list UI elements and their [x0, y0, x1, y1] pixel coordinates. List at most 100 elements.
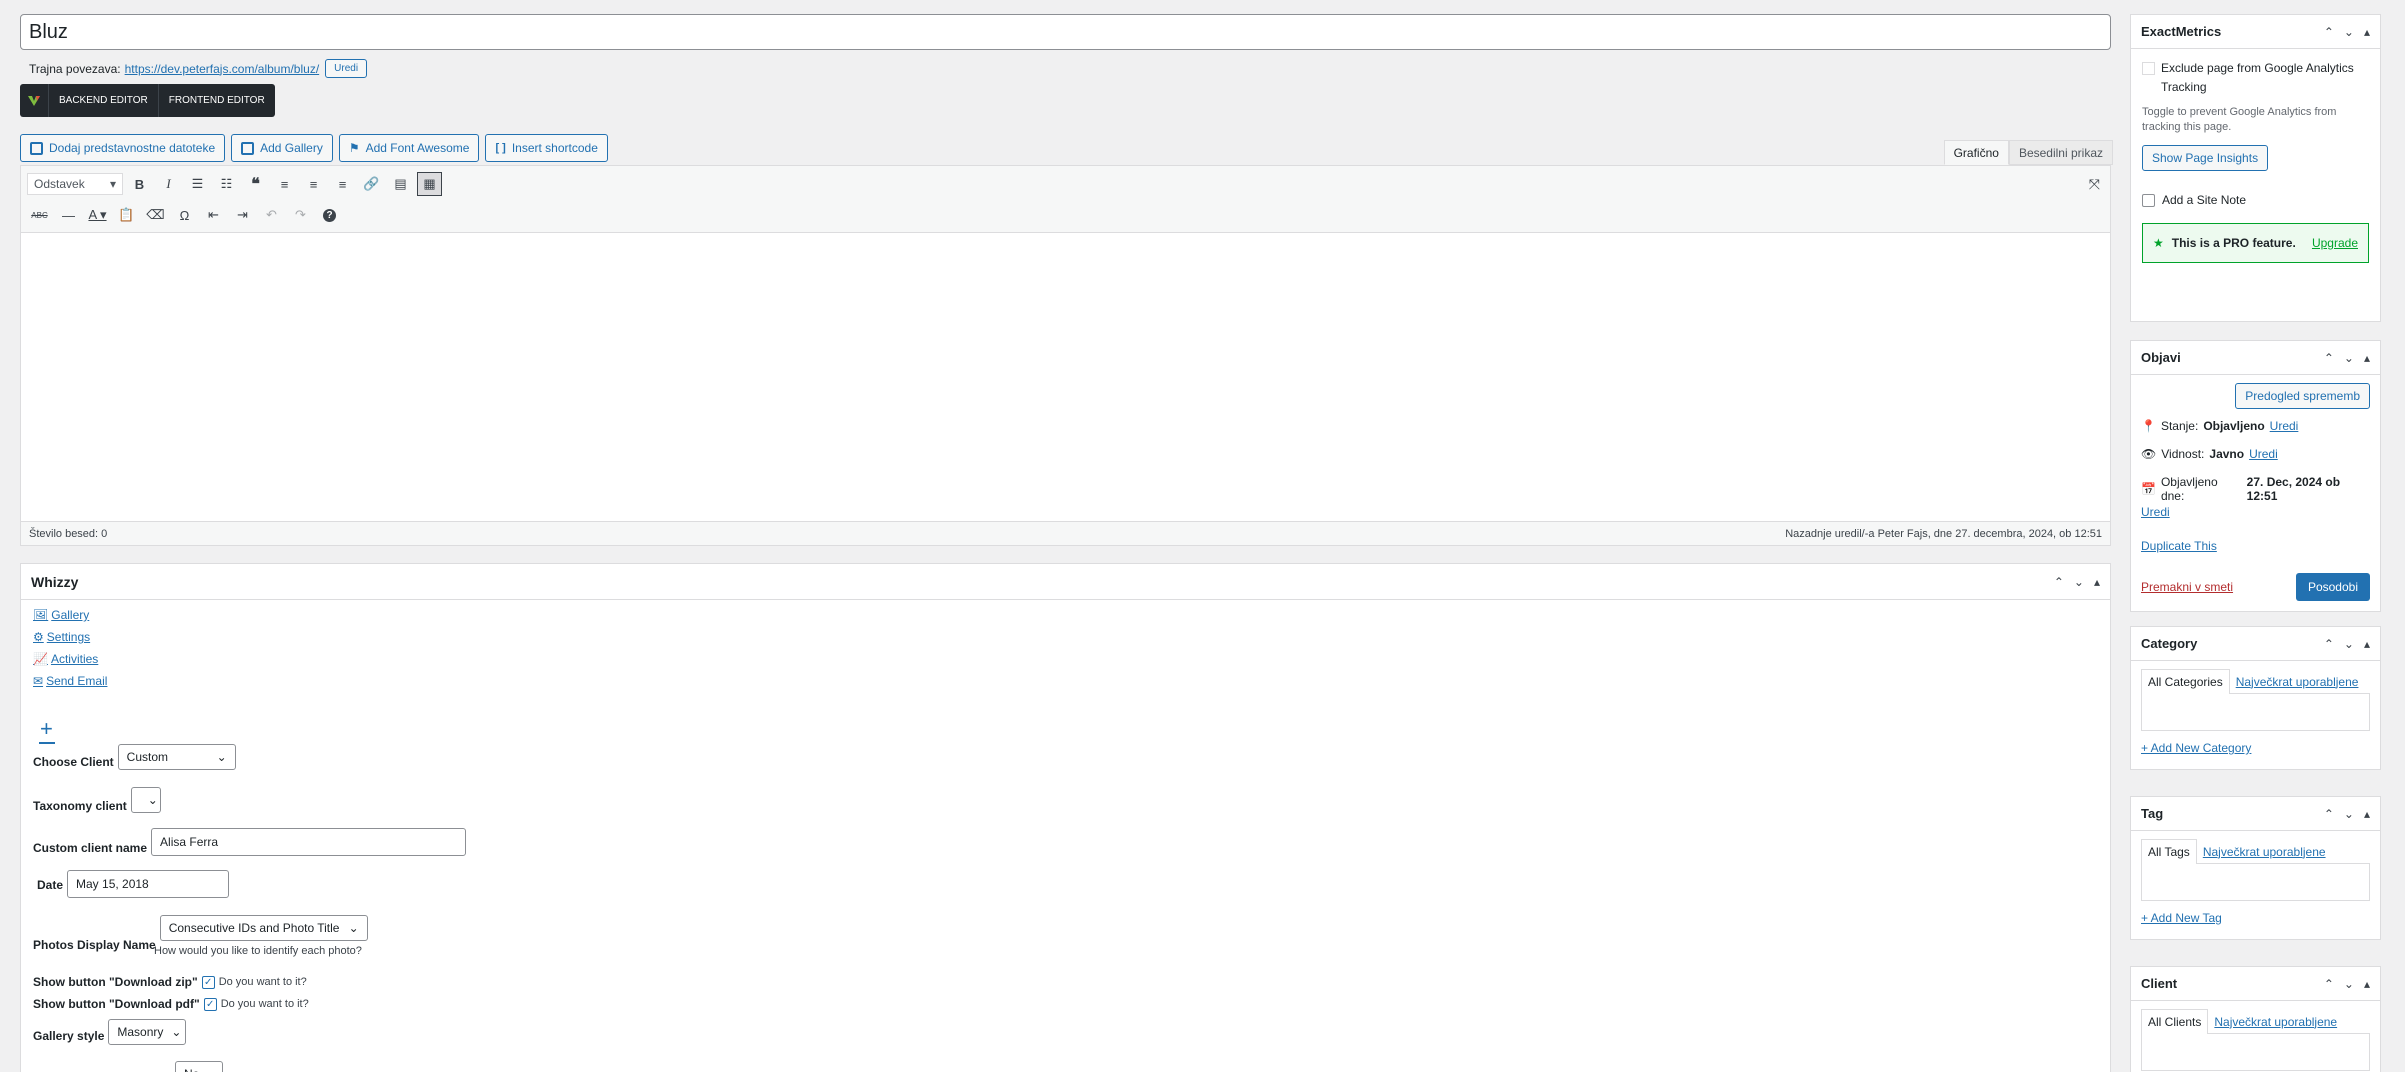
align-center-icon[interactable]: ≡: [301, 172, 326, 196]
chevron-down-icon: ⌄: [147, 793, 158, 807]
chevron-down-icon[interactable]: ⌄: [2344, 977, 2354, 991]
indent-icon[interactable]: ⇥: [230, 203, 255, 227]
show-page-insights-button[interactable]: Show Page Insights: [2142, 145, 2269, 171]
upgrade-link[interactable]: Upgrade: [2312, 236, 2358, 250]
gallery-style-select[interactable]: Masonry ⌄: [108, 1019, 187, 1045]
add-icon[interactable]: +: [40, 716, 53, 742]
site-note-checkbox[interactable]: [2142, 193, 2155, 207]
whizzy-link-activities[interactable]: 📈 Activities: [33, 652, 107, 666]
download-pdf-checkbox[interactable]: ✓: [203, 997, 217, 1011]
insert-shortcode-button[interactable]: [ ] Insert shortcode: [485, 134, 608, 162]
horizontal-line-icon[interactable]: —: [56, 203, 81, 227]
published-edit-link[interactable]: Uredi: [2141, 505, 2170, 519]
help-icon[interactable]: ?: [317, 203, 342, 227]
choose-client-select[interactable]: Custom ⌄: [117, 744, 236, 770]
triangle-up-icon[interactable]: ▴: [2364, 977, 2370, 991]
triangle-up-icon[interactable]: ▴: [2364, 637, 2370, 651]
shortcode-icon: [ ]: [495, 142, 506, 154]
add-new-category-link[interactable]: + Add New Category: [2141, 741, 2251, 755]
preview-changes-button[interactable]: Predogled sprememb: [2235, 383, 2370, 409]
date-input[interactable]: May 15, 2018: [67, 870, 230, 898]
photos-display-name-label: Photos Display Name: [33, 938, 156, 952]
update-button[interactable]: Posodobi: [2295, 573, 2370, 601]
custom-client-name-input[interactable]: Alisa Ferra: [151, 828, 467, 856]
frontend-editor-button[interactable]: FRONTEND EDITOR: [157, 84, 275, 117]
move-to-trash-link[interactable]: Premakni v smeti: [2141, 580, 2233, 594]
exclude-checkbox[interactable]: [2142, 62, 2155, 75]
bullet-list-icon[interactable]: ☰: [185, 172, 210, 196]
photos-display-name-select[interactable]: Consecutive IDs and Photo Title ⌄: [159, 915, 368, 941]
backend-editor-button[interactable]: BACKEND EDITOR: [48, 84, 158, 117]
permalink-url[interactable]: https://dev.peterfajs.com/album/bluz/: [125, 62, 320, 76]
taxonomy-client-select[interactable]: ⌄: [130, 787, 161, 813]
add-font-awesome-button[interactable]: ⚑ Add Font Awesome: [338, 134, 480, 162]
permalink-edit-button[interactable]: Uredi: [325, 59, 368, 78]
chevron-up-icon[interactable]: ⌃: [2324, 807, 2334, 821]
blockquote-icon[interactable]: ❝: [243, 172, 268, 196]
align-left-icon[interactable]: ≡: [272, 172, 297, 196]
tab-all-tags[interactable]: All Tags: [2141, 839, 2197, 864]
client-list[interactable]: [2141, 1033, 2370, 1071]
whizzy-link-settings[interactable]: ⚙ Settings: [33, 630, 107, 644]
duplicate-link[interactable]: Duplicate This: [2141, 539, 2217, 553]
numbered-list-icon[interactable]: ☷: [214, 172, 239, 196]
chevron-up-icon[interactable]: ⌃: [2324, 25, 2334, 39]
triangle-up-icon[interactable]: ▴: [2364, 351, 2370, 365]
link-icon[interactable]: 🔗: [359, 172, 384, 196]
tag-list[interactable]: [2141, 863, 2370, 901]
category-box: Category ⌃ ⌄ ▴ All Categories Največkrat u…: [2130, 626, 2381, 770]
paste-text-icon[interactable]: 📋: [114, 203, 139, 227]
chevron-down-icon[interactable]: ⌄: [2074, 575, 2084, 589]
italic-icon[interactable]: I: [156, 172, 181, 196]
read-more-icon[interactable]: ▤: [388, 172, 413, 196]
chevron-up-icon[interactable]: ⌃: [2324, 637, 2334, 651]
status-edit-link[interactable]: Uredi: [2270, 419, 2299, 433]
chevron-down-icon[interactable]: ⌄: [2344, 807, 2354, 821]
tab-text[interactable]: Besedilni prikaz: [2008, 140, 2113, 165]
last-edit: Nazadnje uredil/-a Peter Fajs, dne 27. d…: [1785, 527, 2102, 540]
whizzy-link-send-email[interactable]: ✉ Send Email: [33, 674, 107, 688]
chevron-up-icon[interactable]: ⌃: [2054, 575, 2064, 589]
editor-status-bar: Število besed: 0 Nazadnje uredil/-a Pete…: [21, 521, 2110, 545]
triangle-up-icon[interactable]: ▴: [2364, 807, 2370, 821]
whizzy-link-gallery[interactable]: 🖼 Gallery: [33, 608, 107, 622]
tab-popular-categories[interactable]: Največkrat uporabljene: [2230, 670, 2365, 694]
format-select[interactable]: Odstavek ▾: [27, 173, 123, 195]
text-color-icon[interactable]: A ▾: [85, 203, 110, 227]
add-media-button[interactable]: Dodaj predstavnostne datoteke: [20, 134, 226, 162]
partial-select[interactable]: No: [175, 1061, 223, 1072]
exactmetrics-box: ExactMetrics ⌃ ⌄ ▴ Exclude page from Googl…: [2130, 14, 2381, 322]
permalink-label: Trajna povezava:: [29, 61, 121, 76]
chevron-down-icon[interactable]: ⌄: [2344, 637, 2354, 651]
tab-all-clients[interactable]: All Clients: [2141, 1009, 2209, 1034]
toolbar-toggle-icon[interactable]: ▦: [417, 172, 442, 196]
title-input[interactable]: [20, 14, 2111, 50]
redo-icon[interactable]: ↷: [288, 203, 313, 227]
chevron-down-icon[interactable]: ⌄: [2344, 25, 2354, 39]
add-new-tag-link[interactable]: + Add New Tag: [2141, 911, 2222, 925]
clear-formatting-icon[interactable]: ⌫: [143, 203, 168, 227]
chevron-up-icon[interactable]: ⌃: [2324, 977, 2334, 991]
add-gallery-button[interactable]: Add Gallery: [231, 134, 333, 162]
editor-body[interactable]: [21, 233, 2110, 503]
undo-icon[interactable]: ↶: [259, 203, 284, 227]
vc-logo-icon: [20, 84, 48, 117]
align-right-icon[interactable]: ≡: [330, 172, 355, 196]
visibility-edit-link[interactable]: Uredi: [2249, 447, 2278, 461]
tab-popular-tags[interactable]: Največkrat uporabljene: [2197, 840, 2332, 864]
download-zip-checkbox[interactable]: ✓: [201, 975, 215, 989]
chevron-up-icon[interactable]: ⌃: [2324, 351, 2334, 365]
fullscreen-icon[interactable]: ⤧: [2089, 176, 2100, 193]
tab-all-categories[interactable]: All Categories: [2141, 669, 2230, 694]
whizzy-title: Whizzy: [31, 573, 79, 590]
chevron-down-icon[interactable]: ⌄: [2344, 351, 2354, 365]
outdent-icon[interactable]: ⇤: [201, 203, 226, 227]
bold-icon[interactable]: B: [127, 172, 152, 196]
strikethrough-icon[interactable]: ABC: [27, 203, 52, 227]
tab-visual[interactable]: Grafično: [1943, 140, 2009, 165]
special-character-icon[interactable]: Ω: [172, 203, 197, 227]
category-list[interactable]: [2141, 693, 2370, 731]
triangle-up-icon[interactable]: ▴: [2094, 575, 2100, 589]
triangle-up-icon[interactable]: ▴: [2364, 25, 2370, 39]
tab-popular-clients[interactable]: Največkrat uporabljene: [2208, 1010, 2343, 1034]
